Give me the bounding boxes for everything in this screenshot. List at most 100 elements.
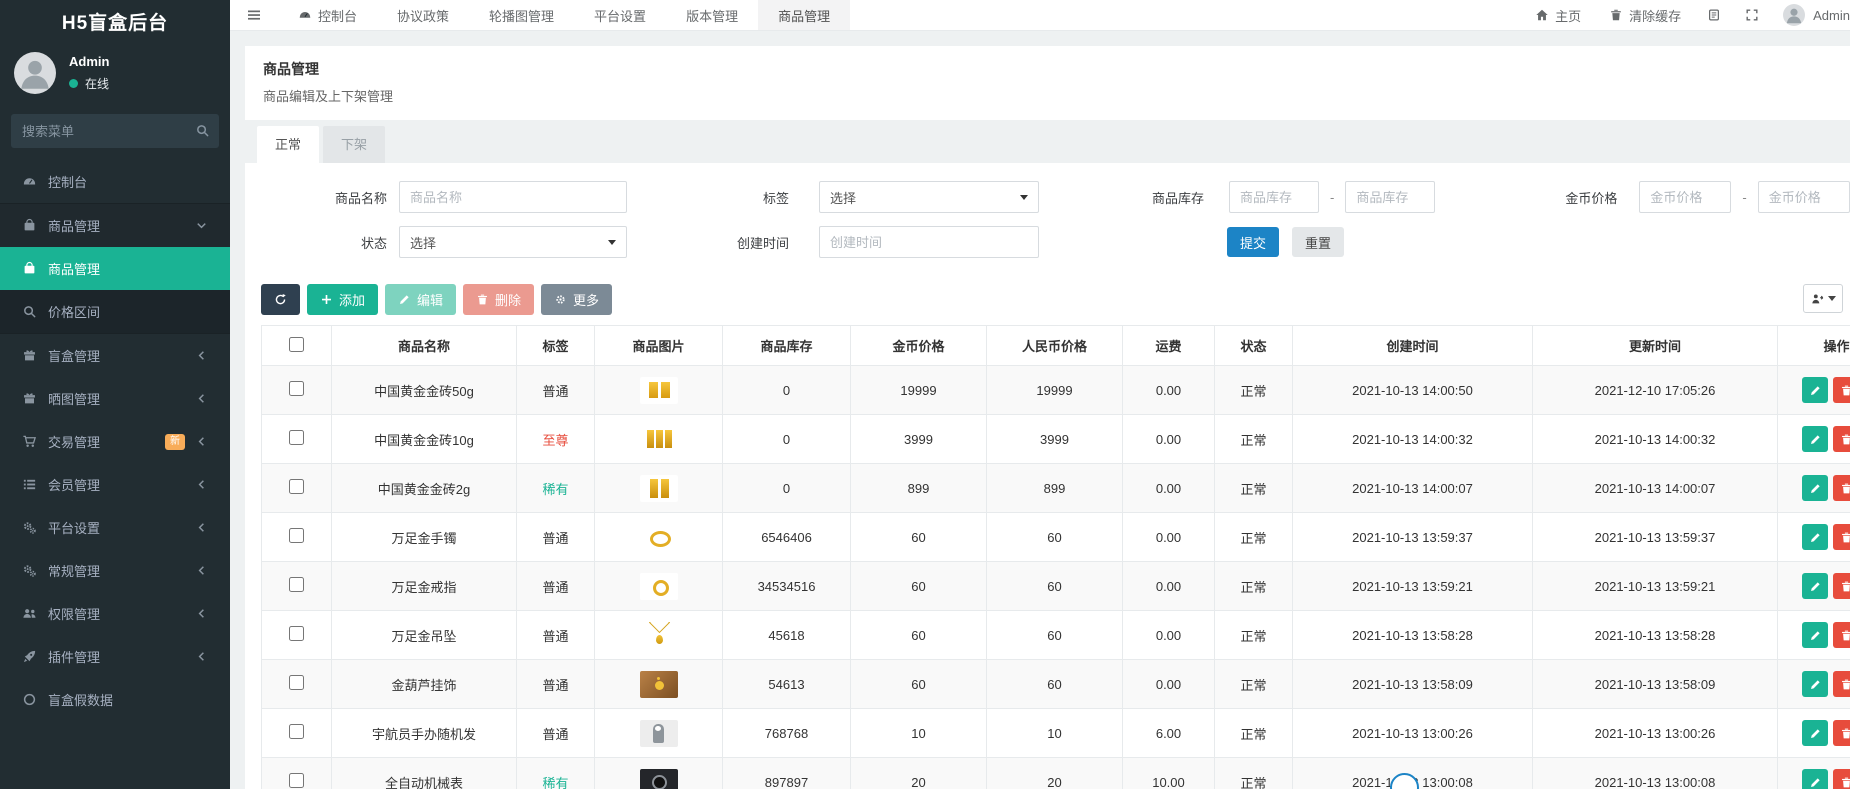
- row-delete-button[interactable]: [1833, 377, 1850, 403]
- product-image[interactable]: [639, 670, 678, 698]
- column-header: 商品名称: [331, 325, 517, 366]
- topnav-item-label: 控制台: [318, 8, 358, 24]
- product-image[interactable]: [639, 523, 678, 551]
- cell-tag: 普通: [516, 708, 595, 758]
- cart-icon: [22, 434, 37, 449]
- cell-product-name: 万足金吊坠: [331, 610, 517, 660]
- row-edit-button[interactable]: [1802, 377, 1828, 403]
- gold-price-min-input[interactable]: [1639, 181, 1732, 213]
- sidebar-item-plugin-manage[interactable]: 插件管理: [0, 635, 230, 678]
- topbar-username[interactable]: Admin: [1813, 8, 1850, 23]
- row-checkbox[interactable]: [289, 430, 304, 445]
- product-image[interactable]: [639, 425, 678, 453]
- tab-normal[interactable]: 正常: [257, 126, 319, 163]
- gear-icon: [554, 293, 567, 306]
- stock-max-input[interactable]: [1345, 181, 1436, 213]
- row-delete-button[interactable]: [1833, 524, 1850, 550]
- add-button[interactable]: 添加: [307, 284, 379, 315]
- sidebar-item-goods-manage[interactable]: 商品管理: [0, 247, 230, 290]
- gold-price-max-input[interactable]: [1757, 181, 1850, 213]
- topbar-avatar[interactable]: [1783, 4, 1806, 26]
- row-delete-button[interactable]: [1833, 622, 1850, 648]
- status-filter-select[interactable]: 选择: [399, 226, 627, 258]
- reset-button[interactable]: 重置: [1292, 227, 1345, 257]
- select-all-checkbox[interactable]: [289, 336, 304, 352]
- row-checkbox[interactable]: [289, 577, 304, 592]
- header-checkbox-cell: [261, 325, 332, 366]
- cell-created-at: 2021-10-13 14:00:32: [1292, 414, 1533, 464]
- product-image[interactable]: [639, 376, 678, 404]
- column-header: 更新时间: [1532, 325, 1778, 366]
- topnav-item-goods-manage[interactable]: 商品管理: [758, 0, 851, 30]
- row-checkbox[interactable]: [289, 381, 304, 396]
- stock-min-input[interactable]: [1229, 181, 1319, 213]
- row-edit-button[interactable]: [1802, 671, 1828, 697]
- menu-search-input[interactable]: [11, 114, 219, 148]
- cell-operations: [1777, 610, 1850, 660]
- row-delete-button[interactable]: [1833, 720, 1850, 746]
- more-button[interactable]: 更多: [541, 284, 613, 315]
- row-delete-button[interactable]: [1833, 671, 1850, 697]
- row-edit-button[interactable]: [1802, 622, 1828, 648]
- row-edit-button[interactable]: [1802, 769, 1828, 789]
- sidebar-item-goods-manage-parent[interactable]: 商品管理: [0, 203, 230, 247]
- topnav-item-version-manage[interactable]: 版本管理: [666, 0, 758, 30]
- sidebar-item-blindbox-fake-data[interactable]: 盲盒假数据: [0, 678, 230, 721]
- sidebar-item-member-manage[interactable]: 会员管理: [0, 463, 230, 506]
- row-edit-button[interactable]: [1802, 475, 1828, 501]
- edit-button[interactable]: 编辑: [385, 284, 457, 315]
- row-delete-button[interactable]: [1833, 426, 1850, 452]
- trash-icon: [1840, 531, 1850, 544]
- tab-off-shelf[interactable]: 下架: [323, 126, 385, 163]
- topnav-item-console[interactable]: 控制台: [278, 0, 377, 30]
- refresh-button[interactable]: [261, 284, 300, 315]
- sidebar-item-price-range[interactable]: 价格区间: [0, 290, 230, 334]
- cell-gold-price: 899: [850, 463, 987, 513]
- cell-status: 正常: [1214, 561, 1293, 611]
- row-checkbox[interactable]: [289, 626, 304, 641]
- sidebar-item-console[interactable]: 控制台: [0, 160, 230, 203]
- row-checkbox[interactable]: [289, 528, 304, 543]
- row-delete-button[interactable]: [1833, 769, 1850, 789]
- sidebar-item-trade-manage[interactable]: 交易管理 新: [0, 420, 230, 463]
- home-link[interactable]: 主页: [1521, 6, 1595, 25]
- product-image[interactable]: [639, 768, 678, 789]
- product-image[interactable]: [639, 474, 678, 502]
- row-edit-button[interactable]: [1802, 426, 1828, 452]
- row-delete-button[interactable]: [1833, 475, 1850, 501]
- row-checkbox[interactable]: [289, 479, 304, 494]
- row-delete-button[interactable]: [1833, 573, 1850, 599]
- chevron-left-icon: [194, 563, 209, 578]
- sidebar-item-blindbox-manage[interactable]: 盲盒管理: [0, 334, 230, 377]
- cell-freight: 0.00: [1122, 561, 1215, 611]
- export-dropdown-button[interactable]: [1803, 284, 1843, 313]
- menu-toggle-icon[interactable]: [230, 7, 278, 23]
- row-edit-button[interactable]: [1802, 524, 1828, 550]
- cell-tag: 稀有: [516, 757, 595, 789]
- product-image[interactable]: [639, 572, 678, 600]
- clear-cache-button[interactable]: 清除缓存: [1595, 6, 1695, 25]
- row-edit-button[interactable]: [1802, 573, 1828, 599]
- row-checkbox[interactable]: [289, 724, 304, 739]
- row-edit-button[interactable]: [1802, 720, 1828, 746]
- sidebar-item-photo-manage[interactable]: 晒图管理: [0, 377, 230, 420]
- fullscreen-icon[interactable]: [1733, 8, 1771, 22]
- row-checkbox[interactable]: [289, 773, 304, 788]
- product-image[interactable]: [639, 719, 678, 747]
- sidebar-item-general-manage[interactable]: 常规管理: [0, 549, 230, 592]
- row-checkbox[interactable]: [289, 675, 304, 690]
- name-filter-input[interactable]: [399, 181, 627, 213]
- created-time-input[interactable]: [819, 226, 1039, 258]
- tag-filter-select[interactable]: 选择: [819, 181, 1039, 213]
- sidebar-item-platform-settings[interactable]: 平台设置: [0, 506, 230, 549]
- product-image[interactable]: [639, 621, 678, 649]
- topnav-item-platform-settings[interactable]: 平台设置: [574, 0, 666, 30]
- topnav-item-carousel-manage[interactable]: 轮播图管理: [469, 0, 574, 30]
- log-book-icon[interactable]: [1695, 8, 1733, 22]
- submit-button[interactable]: 提交: [1227, 227, 1280, 257]
- delete-button[interactable]: 删除: [463, 284, 535, 315]
- avatar[interactable]: [14, 52, 56, 94]
- sidebar-item-permission-manage[interactable]: 权限管理: [0, 592, 230, 635]
- cell-rmb-price: 60: [986, 610, 1123, 660]
- topnav-item-agreement-policy[interactable]: 协议政策: [377, 0, 469, 30]
